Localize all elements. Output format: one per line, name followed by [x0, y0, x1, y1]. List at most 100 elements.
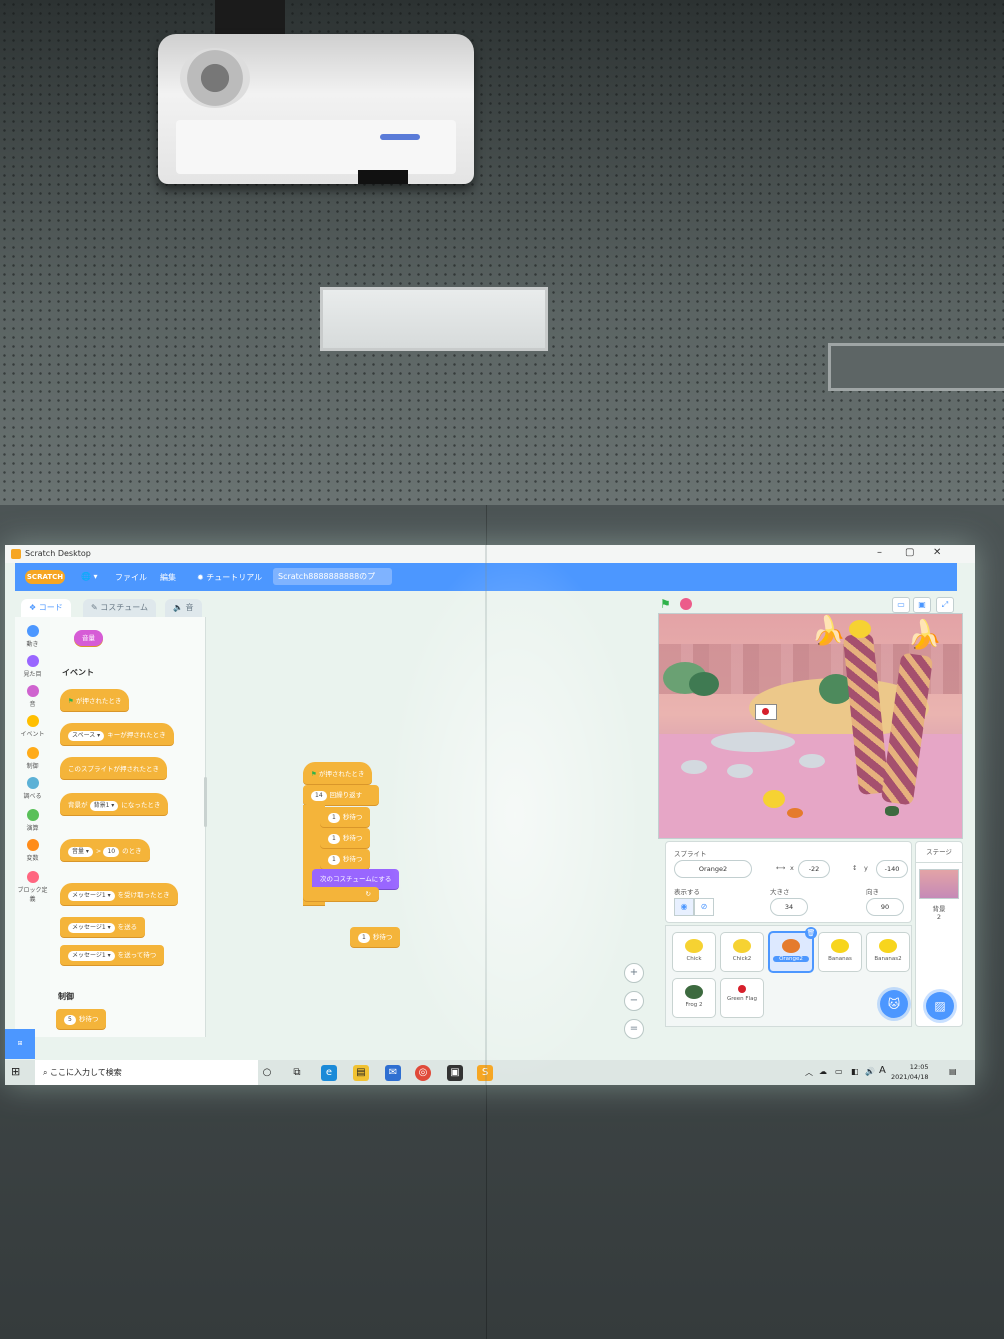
repeat-block[interactable]: 14 回繰り返す — [303, 785, 379, 805]
stage-canvas[interactable]: 🍌 🍌 — [658, 613, 963, 839]
wait-input[interactable]: 1 — [328, 855, 340, 865]
tray-chevron-icon[interactable]: ︿ — [805, 1067, 813, 1078]
green-flag-icon[interactable]: ⚑ — [660, 598, 672, 610]
script-when-flag-block[interactable]: ⚑ が押されたとき — [303, 762, 373, 784]
category-sensing[interactable]: 調べる — [15, 777, 50, 800]
bananas2-sprite[interactable]: 🍌 — [907, 618, 942, 651]
add-extension-button[interactable]: ⊞ — [5, 1029, 35, 1059]
edit-menu[interactable]: 編集 — [160, 572, 176, 583]
store-icon[interactable]: ▣ — [447, 1065, 463, 1081]
when-loudness-block[interactable]: 音量 ▾ > 10 のとき — [60, 839, 150, 861]
sprite-thumb-bananas[interactable]: Bananas — [818, 932, 862, 972]
y-input[interactable]: -140 — [876, 860, 908, 878]
loudness-dropdown[interactable]: 音量 ▾ — [68, 847, 93, 857]
windows-start-icon[interactable]: ⊞ — [11, 1066, 23, 1078]
trash-icon[interactable]: 🗑 — [805, 927, 817, 939]
script-area[interactable]: ⚑ が押されたとき 14 回繰り返す 1 秒待つ 1 秒待つ 1 秒待つ 次のコスチュー… — [208, 617, 845, 1039]
broadcast-block[interactable]: メッセージ1 ▾ を送る — [60, 917, 146, 937]
frog-sprite[interactable] — [885, 806, 899, 816]
broadcast-wait-block[interactable]: メッセージ1 ▾ を送って待つ — [60, 945, 165, 965]
cortana-icon[interactable]: ○ — [259, 1065, 275, 1081]
network-icon[interactable]: ◧ — [851, 1067, 859, 1076]
category-looks[interactable]: 見た目 — [15, 655, 50, 678]
green-flag-sprite[interactable] — [755, 704, 777, 720]
zoom-in-button[interactable]: + — [624, 963, 644, 983]
key-dropdown[interactable]: スペース ▾ — [68, 731, 105, 741]
tutorial-menu[interactable]: ✹ チュートリアル — [197, 572, 262, 583]
file-explorer-icon[interactable]: ▤ — [353, 1065, 369, 1081]
stop-icon[interactable] — [680, 598, 692, 610]
wait-block[interactable]: 5 秒待つ — [56, 1009, 107, 1029]
minimize-button[interactable]: – — [877, 547, 882, 558]
add-backdrop-button[interactable]: ▨ — [926, 992, 954, 1020]
repeat-input[interactable]: 14 — [311, 791, 327, 801]
volume-reporter[interactable]: 音量 — [74, 630, 103, 646]
zoom-out-button[interactable]: − — [624, 991, 644, 1011]
large-stage-button[interactable]: ▣ — [913, 597, 931, 613]
loose-wait-block[interactable]: 1 秒待つ — [350, 927, 401, 947]
sprite-thumb-frog2[interactable]: Frog 2 — [672, 978, 716, 1018]
backdrop-dropdown[interactable]: 背景1 ▾ — [89, 801, 119, 811]
chick-sprite[interactable] — [763, 790, 785, 808]
wait-block[interactable]: 1 秒待つ — [320, 849, 371, 869]
onedrive-icon[interactable]: ☁ — [819, 1067, 827, 1076]
message-dropdown[interactable]: メッセージ1 ▾ — [68, 923, 115, 933]
bananas-sprite[interactable]: 🍌 — [811, 614, 846, 647]
message-dropdown[interactable]: メッセージ1 ▾ — [68, 951, 115, 961]
category-sound[interactable]: 音 — [15, 685, 50, 708]
tab-costume[interactable]: ✎ コスチューム — [83, 599, 157, 617]
maximize-button[interactable]: ▢ — [905, 547, 914, 558]
mail-icon[interactable]: ✉ — [385, 1065, 401, 1081]
chick2-sprite[interactable] — [849, 620, 871, 638]
fullscreen-button[interactable]: ⤢ — [936, 597, 954, 613]
wait-block[interactable]: 1 秒待つ — [320, 828, 371, 848]
when-sprite-clicked-block[interactable]: このスプライトが押されたとき — [60, 757, 167, 779]
sprite-thumb-chick[interactable]: Chick — [672, 932, 716, 972]
sprite-name-input[interactable]: Orange2 — [674, 860, 752, 878]
wait-block[interactable]: 1 秒待つ — [320, 807, 371, 827]
taskbar-clock[interactable]: 12:05 2021/04/18 — [891, 1062, 928, 1082]
wait-input[interactable]: 1 — [328, 813, 340, 823]
language-menu[interactable]: 🌐 ▾ — [81, 572, 98, 581]
show-eye-icon[interactable]: ◉ — [674, 898, 694, 916]
sprite-thumb-chick2[interactable]: Chick2 — [720, 932, 764, 972]
volume-icon[interactable]: 🔊 — [865, 1067, 875, 1076]
project-title-input[interactable]: Scratch8888888888のプ — [273, 568, 392, 585]
close-button[interactable]: ✕ — [933, 547, 941, 558]
size-input[interactable]: 34 — [770, 898, 808, 916]
category-my-blocks[interactable]: ブロック定義 — [15, 871, 50, 903]
category-control[interactable]: 制御 — [15, 747, 50, 770]
add-sprite-button[interactable]: 🐱 — [880, 990, 908, 1018]
wait-input[interactable]: 1 — [328, 834, 340, 844]
palette-scrollbar[interactable] — [204, 777, 207, 827]
tab-sound[interactable]: 🔈 音 — [165, 599, 202, 617]
chrome-icon[interactable]: ◎ — [415, 1065, 431, 1081]
hide-eye-icon[interactable]: ⊘ — [694, 898, 714, 916]
scratch-logo[interactable]: SCRATCH — [25, 570, 65, 584]
task-view-icon[interactable]: ⧉ — [289, 1065, 305, 1081]
tab-code[interactable]: ❖ コード — [21, 599, 71, 617]
when-backdrop-block[interactable]: 背景が 背景1 ▾ になったとき — [60, 793, 169, 815]
file-menu[interactable]: ファイル — [115, 572, 147, 583]
when-receive-block[interactable]: メッセージ1 ▾ を受け取ったとき — [60, 883, 178, 905]
sprite-thumb-orange2[interactable]: 🗑 Orange2 — [768, 927, 817, 973]
category-events[interactable]: イベント — [15, 715, 50, 738]
small-stage-button[interactable]: ▭ — [892, 597, 910, 613]
zoom-reset-button[interactable]: = — [624, 1019, 644, 1039]
category-motion[interactable]: 動き — [15, 625, 50, 648]
wait-input[interactable]: 5 — [64, 1015, 76, 1025]
sprite-thumb-green-flag[interactable]: Green Flag — [720, 978, 764, 1018]
stage-thumbnail[interactable] — [919, 869, 959, 899]
battery-icon[interactable]: ▭ — [835, 1067, 843, 1076]
message-dropdown[interactable]: メッセージ1 ▾ — [68, 891, 115, 901]
direction-input[interactable]: 90 — [866, 898, 904, 916]
category-variables[interactable]: 変数 — [15, 839, 50, 862]
stage-selector[interactable]: ステージ 背景 2 ▨ — [915, 841, 963, 1027]
x-input[interactable]: -22 — [798, 860, 830, 878]
category-operators[interactable]: 演算 — [15, 809, 50, 832]
notification-icon[interactable]: ▤ — [949, 1067, 957, 1076]
next-costume-block[interactable]: 次のコスチュームにする — [312, 869, 400, 889]
when-key-block[interactable]: スペース ▾ キーが押されたとき — [60, 723, 174, 745]
edge-icon[interactable]: e — [321, 1065, 337, 1081]
wait-input[interactable]: 1 — [358, 933, 370, 943]
